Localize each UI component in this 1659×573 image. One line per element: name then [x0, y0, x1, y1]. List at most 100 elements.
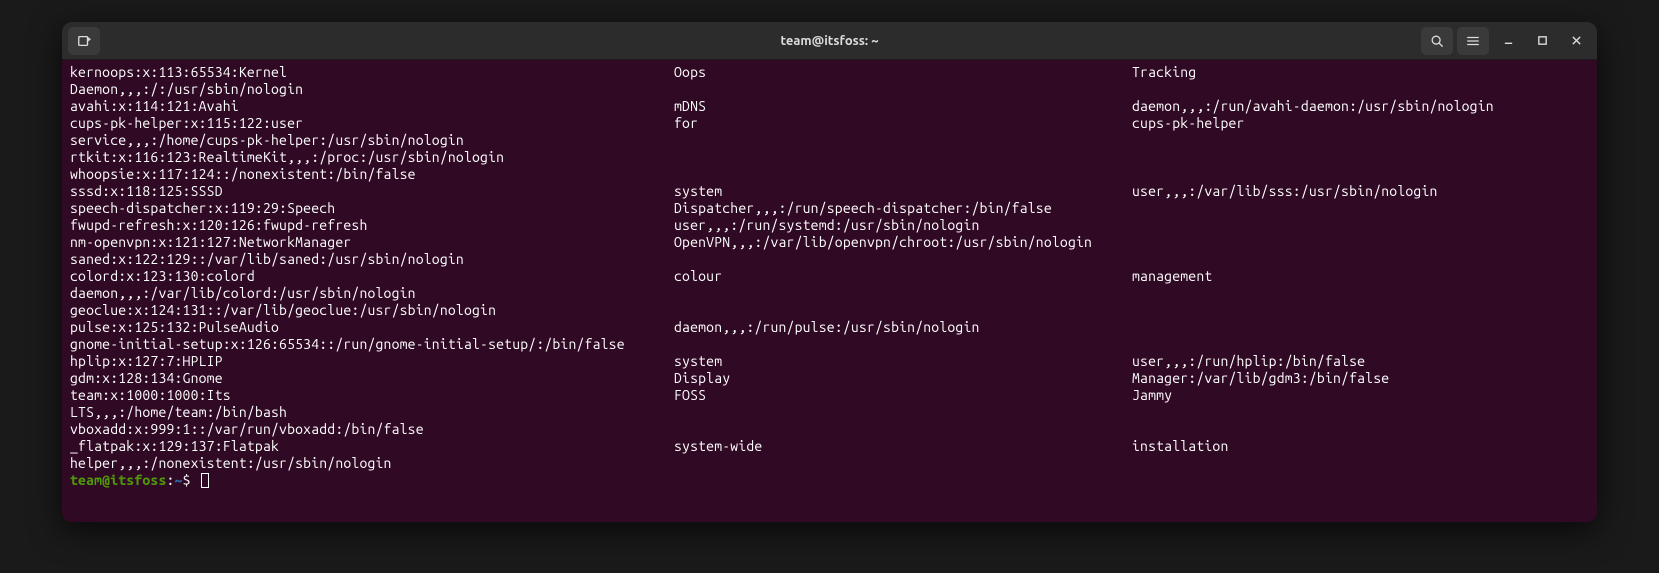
prompt-colon: :	[166, 472, 174, 489]
output-column	[1132, 285, 1589, 302]
minimize-icon	[1503, 35, 1514, 46]
output-column	[674, 81, 1132, 98]
output-column: helper,,,:/nonexistent:/usr/sbin/nologin	[70, 455, 674, 472]
output-column: geoclue:x:124:131::/var/lib/geoclue:/usr…	[70, 302, 674, 319]
output-column: sssd:x:118:125:SSSD	[70, 183, 674, 200]
terminal-body[interactable]: kernoops:x:113:65534:KernelOopsTrackingD…	[62, 60, 1597, 522]
output-line: helper,,,:/nonexistent:/usr/sbin/nologin	[70, 455, 1589, 472]
output-line: fwupd-refresh:x:120:126:fwupd-refreshuse…	[70, 217, 1589, 234]
output-line: geoclue:x:124:131::/var/lib/geoclue:/usr…	[70, 302, 1589, 319]
output-column	[1132, 302, 1589, 319]
output-line: Daemon,,,:/:/usr/sbin/nologin	[70, 81, 1589, 98]
output-line: pulse:x:125:132:PulseAudiodaemon,,,:/run…	[70, 319, 1589, 336]
window-title: team@itsfoss: ~	[780, 34, 878, 48]
output-column	[674, 455, 1132, 472]
output-column	[1132, 251, 1589, 268]
output-column: nm-openvpn:x:121:127:NetworkManager	[70, 234, 674, 251]
output-column: system	[674, 353, 1132, 370]
output-column: Daemon,,,:/:/usr/sbin/nologin	[70, 81, 674, 98]
minimize-button[interactable]	[1493, 27, 1523, 55]
output-column	[1132, 81, 1589, 98]
output-column	[674, 336, 1132, 353]
output-line: rtkit:x:116:123:RealtimeKit,,,:/proc:/us…	[70, 149, 1589, 166]
prompt-path: ~	[175, 472, 183, 489]
output-column: Jammy	[1132, 387, 1589, 404]
output-column: saned:x:122:129::/var/lib/saned:/usr/sbi…	[70, 251, 674, 268]
output-column: pulse:x:125:132:PulseAudio	[70, 319, 674, 336]
output-column: FOSS	[674, 387, 1132, 404]
output-line: avahi:x:114:121:AvahimDNSdaemon,,,:/run/…	[70, 98, 1589, 115]
output-column: management	[1132, 268, 1589, 285]
output-column	[1132, 404, 1589, 421]
output-column	[1132, 132, 1589, 149]
output-line: gdm:x:128:134:GnomeDisplayManager:/var/l…	[70, 370, 1589, 387]
output-line: gnome-initial-setup:x:126:65534::/run/gn…	[70, 336, 1589, 353]
search-button[interactable]	[1421, 27, 1453, 55]
output-column: user,,,:/run/hplip:/bin/false	[1132, 353, 1589, 370]
output-column: Dispatcher,,,:/run/speech-dispatcher:/bi…	[674, 200, 1132, 217]
output-column: for	[674, 115, 1132, 132]
output-column	[674, 421, 1132, 438]
output-column: gdm:x:128:134:Gnome	[70, 370, 674, 387]
output-column	[1132, 319, 1589, 336]
output-line: kernoops:x:113:65534:KernelOopsTracking	[70, 64, 1589, 81]
prompt-userhost: team@itsfoss	[70, 472, 166, 489]
output-column: user,,,:/var/lib/sss:/usr/sbin/nologin	[1132, 183, 1589, 200]
new-tab-icon	[77, 34, 91, 48]
output-line: sssd:x:118:125:SSSDsystemuser,,,:/var/li…	[70, 183, 1589, 200]
output-column: gnome-initial-setup:x:126:65534::/run/gn…	[70, 336, 674, 353]
output-line: team:x:1000:1000:ItsFOSSJammy	[70, 387, 1589, 404]
output-column: mDNS	[674, 98, 1132, 115]
output-column	[674, 149, 1132, 166]
output-line: speech-dispatcher:x:119:29:SpeechDispatc…	[70, 200, 1589, 217]
output-column: avahi:x:114:121:Avahi	[70, 98, 674, 115]
menu-button[interactable]	[1457, 27, 1489, 55]
output-column: LTS,,,:/home/team:/bin/bash	[70, 404, 674, 421]
output-column: service,,,:/home/cups-pk-helper:/usr/sbi…	[70, 132, 674, 149]
output-column: Manager:/var/lib/gdm3:/bin/false	[1132, 370, 1589, 387]
output-column: kernoops:x:113:65534:Kernel	[70, 64, 674, 81]
terminal-window: team@itsfoss: ~ kernoops:x:113:65534:Ker…	[62, 22, 1597, 522]
maximize-button[interactable]	[1527, 27, 1557, 55]
output-column: system	[674, 183, 1132, 200]
output-column	[1132, 217, 1589, 234]
output-line: vboxadd:x:999:1::/var/run/vboxadd:/bin/f…	[70, 421, 1589, 438]
output-column: _flatpak:x:129:137:Flatpak	[70, 438, 674, 455]
titlebar-right	[1421, 27, 1591, 55]
output-line: service,,,:/home/cups-pk-helper:/usr/sbi…	[70, 132, 1589, 149]
search-icon	[1430, 34, 1444, 48]
output-column: vboxadd:x:999:1::/var/run/vboxadd:/bin/f…	[70, 421, 674, 438]
output-column	[1132, 149, 1589, 166]
output-column: cups-pk-helper:x:115:122:user	[70, 115, 674, 132]
output-column: team:x:1000:1000:Its	[70, 387, 674, 404]
close-button[interactable]	[1561, 27, 1591, 55]
output-column: speech-dispatcher:x:119:29:Speech	[70, 200, 674, 217]
output-column: Display	[674, 370, 1132, 387]
output-column: colord:x:123:130:colord	[70, 268, 674, 285]
output-column: daemon,,,:/run/pulse:/usr/sbin/nologin	[674, 319, 1132, 336]
output-column: Tracking	[1132, 64, 1589, 81]
prompt-dollar: $	[183, 472, 199, 489]
cursor	[201, 473, 209, 488]
output-line: hplip:x:127:7:HPLIPsystemuser,,,:/run/hp…	[70, 353, 1589, 370]
prompt-line[interactable]: team@itsfoss:~$	[70, 472, 1589, 489]
output-column: hplip:x:127:7:HPLIP	[70, 353, 674, 370]
hamburger-icon	[1466, 34, 1480, 48]
output-line: saned:x:122:129::/var/lib/saned:/usr/sbi…	[70, 251, 1589, 268]
output-line: LTS,,,:/home/team:/bin/bash	[70, 404, 1589, 421]
output-column	[674, 302, 1132, 319]
titlebar: team@itsfoss: ~	[62, 22, 1597, 60]
output-column	[674, 132, 1132, 149]
output-column	[1132, 234, 1589, 251]
output-line: daemon,,,:/var/lib/colord:/usr/sbin/nolo…	[70, 285, 1589, 302]
output-column: fwupd-refresh:x:120:126:fwupd-refresh	[70, 217, 674, 234]
output-line: cups-pk-helper:x:115:122:userforcups-pk-…	[70, 115, 1589, 132]
output-column	[1132, 421, 1589, 438]
output-line: _flatpak:x:129:137:Flatpaksystem-wideins…	[70, 438, 1589, 455]
output-column: user,,,:/run/systemd:/usr/sbin/nologin	[674, 217, 1132, 234]
output-column	[1132, 455, 1589, 472]
output-column	[1132, 200, 1589, 217]
new-tab-button[interactable]	[68, 27, 100, 55]
output-column: colour	[674, 268, 1132, 285]
output-column: Oops	[674, 64, 1132, 81]
